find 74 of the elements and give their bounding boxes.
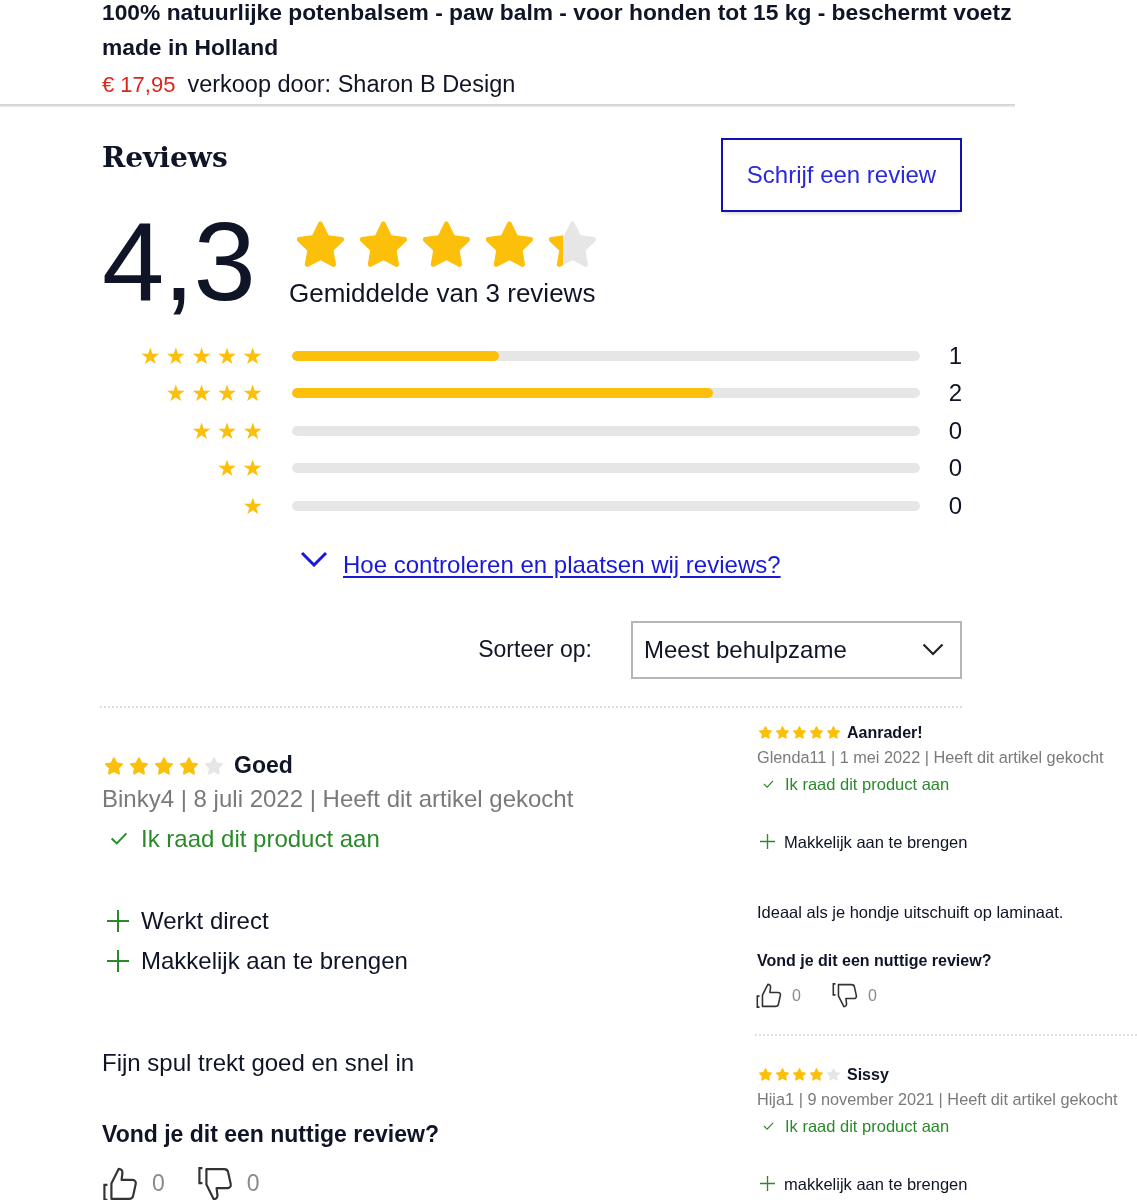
price: € 17,95 [102,72,176,98]
pro-text: Makkelijk aan te brengen [141,945,408,976]
star-icon [297,221,344,268]
helpful-question: Vond je dit een nuttige review? [756,950,992,971]
pro-text: makkelijk aan te brengen [784,1173,968,1194]
seller-text: verkoop door: Sharon B Design [187,71,516,97]
helpful-yes-button[interactable]: 0 [102,1166,165,1200]
thumbs-up-icon [102,1166,140,1200]
section-heading: Reviews [102,140,228,176]
star-icon [549,221,596,268]
pro-text: Makkelijk aan te brengen [784,831,968,852]
review-meta: Hija1 | 9 november 2021 | Heeft dit artikel gekocht [756,1088,1118,1109]
star-icon [486,221,533,268]
review-count: 2 [948,378,962,409]
recommendation-text: Ik raad dit product aan [141,823,380,854]
star-rating-label: ★★★ [191,418,268,443]
recommendation-text: Ik raad dit product aan [785,1115,950,1136]
star-icon [360,221,407,268]
product-title: made in Holland [102,35,279,59]
review-count: 1 [948,340,962,371]
star-icon [423,221,470,268]
star-icon [793,1068,806,1081]
helpful-no-button[interactable]: 0 [196,1166,260,1200]
helpful-no-button[interactable]: 0 [831,983,877,1008]
review-policy-link[interactable]: Hoe controleren en plaatsen wij reviews? [343,546,781,583]
thumbs-down-icon [831,983,859,1008]
plus-icon [107,949,129,972]
star-icon [827,1068,840,1081]
star-rating-label: ★ [242,493,268,518]
thumbs-up-icon [756,983,783,1008]
helpful-question: Vond je dit een nuttige review? [102,1119,439,1149]
plus-icon [760,1176,775,1191]
star-icon [759,726,772,739]
review-count: 0 [948,415,962,446]
review-text: Fijn spul trekt goed en snel in [102,1047,415,1078]
helpful-yes-button[interactable]: 0 [756,983,801,1008]
star-rating-label: ★★ [216,456,268,481]
rating-summary-text: Gemiddelde van 3 reviews [289,278,596,308]
review-meta: Glenda11 | 1 mei 2022 | Heeft dit artikel gekocht [756,746,1104,767]
review-title: Aanrader! [847,723,923,742]
check-icon [763,1121,774,1130]
check-icon [763,779,774,788]
review-text: Ideaal als je hondje uitschuift op laminaat. [756,901,1064,922]
star-icon [759,1068,772,1081]
review-count: 0 [948,453,962,484]
star-icon [205,756,223,775]
product-title: 100% natuurlijke potenbalsem - paw balm - voor honden tot 15 kg - beschermt voetz [102,0,1012,24]
star-rating-label: ★★★★★ [139,343,268,368]
review-count: 0 [948,490,962,521]
star-icon [776,726,789,739]
write-review-button[interactable]: Schrijf een review [721,138,962,212]
star-icon [180,756,198,775]
chevron-down-icon[interactable] [300,550,328,567]
review-title: Sissy [847,1065,889,1084]
star-icon [776,1068,789,1081]
sort-dropdown[interactable]: Meest behulpzame [631,620,962,679]
star-icon [155,756,173,775]
sort-label: Sorteer op: [478,636,592,663]
pro-text: Werkt direct [141,905,269,936]
recommendation-text: Ik raad dit product aan [785,773,950,794]
star-icon [105,756,123,775]
plus-icon [760,834,775,849]
star-icon [130,756,148,775]
chevron-down-icon [922,643,944,656]
check-icon [110,832,128,845]
star-icon [810,726,823,739]
star-icon [793,726,806,739]
thumbs-down-icon [196,1166,235,1200]
review-meta: Binky4 | 8 juli 2022 | Heeft dit artikel gekocht [102,783,574,814]
star-rating-label: ★★★★ [165,381,268,406]
star-icon [810,1068,823,1081]
plus-icon [107,909,129,932]
review-title: Goed [234,752,293,779]
star-icon [827,726,840,739]
